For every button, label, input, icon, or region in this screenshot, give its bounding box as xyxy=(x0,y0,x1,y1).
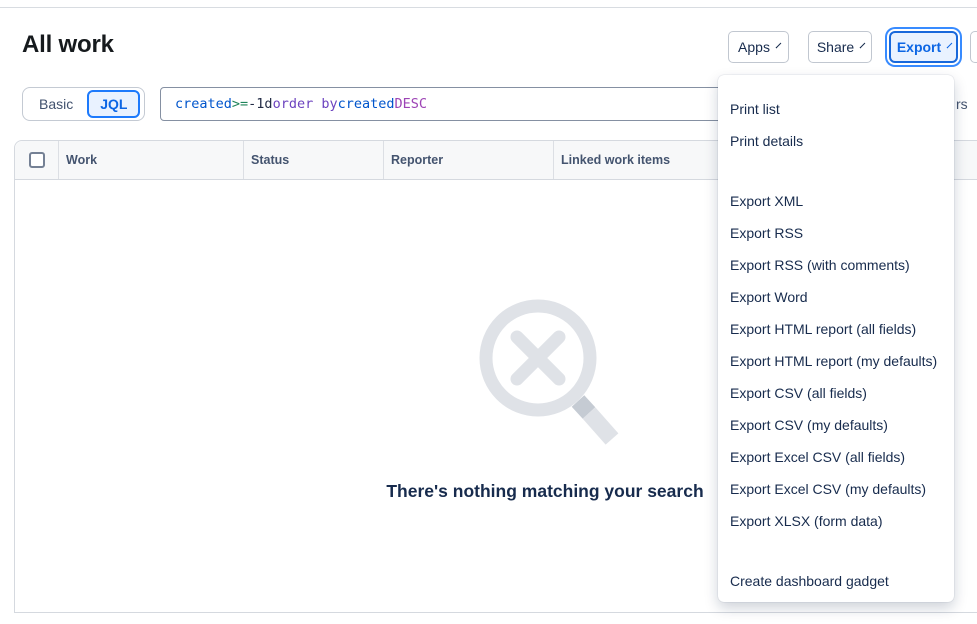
menu-item-export-rss-with-comments[interactable]: Export RSS (with comments) xyxy=(718,249,954,281)
export-button[interactable]: Export xyxy=(889,31,958,63)
menu-item-print-details[interactable]: Print details xyxy=(718,125,954,157)
no-results-magnifier-icon xyxy=(462,288,632,458)
export-dropdown-menu: Print listPrint detailsExport XMLExport … xyxy=(718,75,954,602)
menu-item-export-html-report-my-defaults[interactable]: Export HTML report (my defaults) xyxy=(718,345,954,377)
chevron-down-icon xyxy=(776,42,782,48)
select-all-cell xyxy=(15,141,59,179)
partially-visible-button[interactable] xyxy=(970,31,977,63)
column-header-work[interactable]: Work xyxy=(59,141,244,179)
menu-section: Export XMLExport RSSExport RSS (with com… xyxy=(718,185,954,537)
menu-item-export-xlsx-form-data[interactable]: Export XLSX (form data) xyxy=(718,505,954,537)
menu-item-export-rss[interactable]: Export RSS xyxy=(718,217,954,249)
menu-item-print-list[interactable]: Print list xyxy=(718,93,954,125)
menu-section: Create dashboard gadget xyxy=(718,565,954,597)
apps-button-label: Apps xyxy=(738,39,770,55)
jql-token-field: created xyxy=(175,96,232,112)
menu-item-export-xml[interactable]: Export XML xyxy=(718,185,954,217)
menu-item-export-excel-csv-all-fields[interactable]: Export Excel CSV (all fields) xyxy=(718,441,954,473)
menu-item-export-word[interactable]: Export Word xyxy=(718,281,954,313)
chevron-down-icon xyxy=(947,42,953,48)
top-nav-divider xyxy=(0,7,977,8)
menu-section: Print listPrint details xyxy=(718,93,954,157)
apps-button[interactable]: Apps xyxy=(728,31,789,63)
share-button-label: Share xyxy=(817,39,854,55)
jql-mode-button[interactable]: JQL xyxy=(87,90,140,118)
chevron-down-icon xyxy=(860,42,866,48)
share-button[interactable]: Share xyxy=(808,31,872,63)
column-header-status[interactable]: Status xyxy=(244,141,384,179)
select-all-checkbox[interactable] xyxy=(29,152,45,168)
page-title: All work xyxy=(22,31,114,59)
menu-item-export-html-report-all-fields[interactable]: Export HTML report (all fields) xyxy=(718,313,954,345)
jql-token-value: -1d xyxy=(248,96,272,112)
jira-all-work-page: { "page": { "title": "All work" }, "tool… xyxy=(0,0,977,624)
jql-token-operator: >= xyxy=(232,96,248,112)
empty-state-message: There's nothing matching your search xyxy=(386,481,703,502)
menu-item-export-csv-my-defaults[interactable]: Export CSV (my defaults) xyxy=(718,409,954,441)
jql-token-keyword: order by xyxy=(273,96,338,112)
export-button-label: Export xyxy=(897,39,941,55)
partial-filters-label: rs xyxy=(956,96,968,112)
menu-item-export-csv-all-fields[interactable]: Export CSV (all fields) xyxy=(718,377,954,409)
jql-token-field: created xyxy=(338,96,395,112)
jql-token-direction: DESC xyxy=(395,96,428,112)
search-mode-toggle: Basic JQL xyxy=(22,87,145,121)
menu-item-create-dashboard-gadget[interactable]: Create dashboard gadget xyxy=(718,565,954,597)
basic-mode-button[interactable]: Basic xyxy=(26,96,86,112)
menu-item-export-excel-csv-my-defaults[interactable]: Export Excel CSV (my defaults) xyxy=(718,473,954,505)
column-header-reporter[interactable]: Reporter xyxy=(384,141,554,179)
